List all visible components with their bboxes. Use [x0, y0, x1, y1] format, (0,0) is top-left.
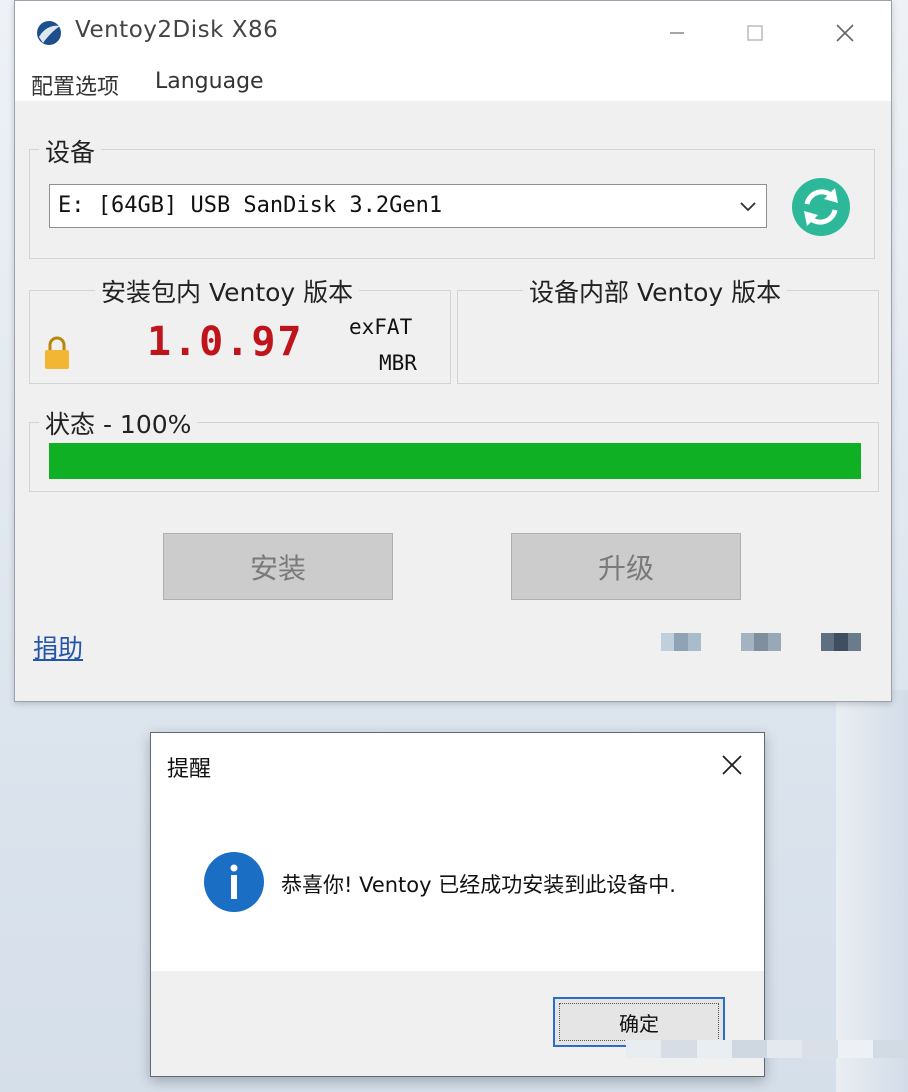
ok-button-focus-ring [559, 1003, 719, 1041]
refresh-icon[interactable] [791, 177, 851, 237]
donate-link[interactable]: 捐助 [33, 629, 83, 665]
desktop-background-right [836, 690, 908, 1092]
maximize-icon [747, 25, 763, 41]
maximize-button[interactable] [735, 13, 775, 53]
blurred-icon-3 [821, 633, 861, 651]
progress-bar [49, 443, 861, 479]
info-icon [204, 852, 264, 912]
status-label: 状态 - 100% [39, 405, 198, 441]
minimize-icon [670, 32, 684, 34]
blurred-icon-2 [741, 633, 781, 651]
upgrade-button[interactable]: 升级 [511, 533, 741, 600]
title-bar[interactable]: Ventoy2Disk X86 [15, 1, 891, 63]
dialog-title: 提醒 [167, 757, 212, 782]
package-partition-style: MBR [379, 351, 417, 375]
package-filesystem: exFAT [349, 315, 413, 339]
device-version-label: 设备内部 Ventoy 版本 [523, 273, 788, 309]
blurred-watermark-strip [626, 1040, 908, 1058]
chevron-down-icon [740, 202, 756, 212]
package-version-number: 1.0.97 [147, 319, 304, 365]
device-select[interactable]: E: [64GB] USB SanDisk 3.2Gen1 [49, 184, 767, 228]
dialog-close-icon[interactable] [714, 747, 750, 783]
close-button[interactable] [825, 13, 865, 53]
close-icon [836, 24, 854, 42]
package-version-label: 安装包内 Ventoy 版本 [95, 273, 360, 309]
lock-icon [45, 336, 69, 369]
menu-options[interactable]: 配置选项 [31, 69, 119, 101]
window-title: Ventoy2Disk X86 [75, 17, 279, 43]
dialog-footer: 确定 [151, 971, 764, 1076]
progress-bar-fill [49, 443, 861, 479]
blurred-icon-1 [661, 633, 701, 651]
ventoy-app-icon [37, 21, 61, 45]
device-select-value: E: [64GB] USB SanDisk 3.2Gen1 [58, 193, 443, 218]
dialog-message: 恭喜你! Ventoy 已经成功安装到此设备中. [281, 873, 676, 897]
device-group-label: 设备 [39, 133, 102, 169]
install-button[interactable]: 安装 [163, 533, 393, 600]
success-dialog: 提醒 恭喜你! Ventoy 已经成功安装到此设备中. 确定 [150, 732, 765, 1077]
minimize-button[interactable] [657, 13, 697, 53]
ventoy-main-window: Ventoy2Disk X86 配置选项 Language 设备 E: [64G… [14, 0, 892, 702]
menu-language[interactable]: Language [155, 69, 264, 94]
menu-bar: 配置选项 Language [15, 63, 891, 101]
